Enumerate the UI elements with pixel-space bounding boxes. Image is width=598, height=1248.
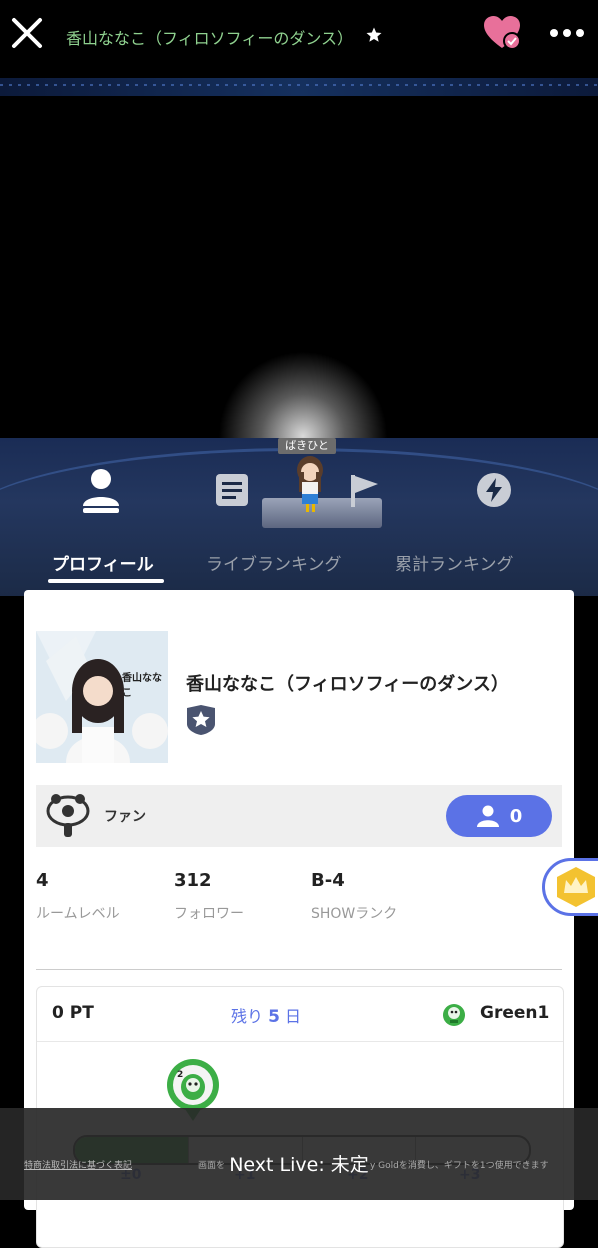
fan-label: ファン	[104, 809, 146, 825]
remaining-suffix: 日	[285, 1007, 302, 1026]
profile-name: 香山ななこ（フィロソフィーのダンス）	[186, 674, 509, 695]
shield-star-icon	[187, 705, 215, 735]
more-icon	[550, 29, 584, 37]
stat-show-rank: B-4 SHOWランク	[311, 870, 397, 923]
list-icon	[216, 474, 248, 506]
green-rank-icon	[443, 1004, 465, 1026]
avatar-name-tag: ばきひと	[278, 438, 336, 454]
remaining-prefix: 残り	[231, 1007, 264, 1026]
bolt-icon	[477, 473, 511, 507]
tab-icon-row	[0, 466, 598, 526]
stat-room-level: 4 ルームレベル	[36, 870, 120, 923]
remaining-days-number: 5	[268, 1007, 280, 1027]
person-icon	[83, 469, 119, 513]
stat-value: 4	[36, 870, 49, 891]
fan-row[interactable]: ファン 0	[36, 785, 562, 847]
room-title: 香山ななこ（フィロソフィーのダンス）	[66, 29, 354, 48]
event-tab-icon[interactable]	[470, 466, 518, 514]
tab-profile[interactable]: プロフィール	[52, 550, 154, 575]
stat-label: ルームレベル	[36, 906, 120, 922]
profile-photo-caption: 香山ななこ	[122, 673, 162, 699]
follow-heart-button[interactable]	[484, 16, 524, 52]
divider	[36, 969, 562, 970]
stage-top-strip	[0, 78, 598, 97]
stat-value: 312	[174, 870, 212, 891]
stat-label: フォロワー	[174, 906, 244, 922]
profile-photo[interactable]: 香山ななこ	[36, 631, 168, 763]
more-button[interactable]	[548, 22, 588, 44]
fan-mascot-icon	[46, 794, 90, 837]
point-value: 0 PT	[52, 1003, 94, 1023]
profile-tab-icon[interactable]	[77, 466, 125, 514]
close-icon	[12, 18, 42, 48]
stat-followers: 312 フォロワー	[174, 870, 244, 923]
star-icon[interactable]	[365, 26, 383, 44]
stat-value: B-4	[311, 870, 345, 891]
tab-live-ranking[interactable]: ライブランキング	[206, 550, 342, 575]
flag-icon	[351, 475, 378, 507]
heart-check-icon	[484, 16, 521, 50]
top-bar: 香山ななこ（フィロソフィーのダンス）	[0, 0, 598, 78]
svg-text:2: 2	[177, 1070, 183, 1080]
fan-count-button[interactable]: 0	[446, 795, 552, 837]
active-tab-indicator	[48, 579, 164, 583]
rank-name: Green1	[480, 1003, 550, 1023]
live-ranking-tab-icon[interactable]	[208, 466, 256, 514]
fan-count: 0	[509, 805, 523, 827]
ranking-crown-button[interactable]	[542, 858, 598, 916]
crown-icon	[557, 867, 595, 907]
remaining-days: 残り 5 日	[231, 1003, 301, 1027]
total-ranking-tab-icon[interactable]	[340, 466, 388, 514]
panel-separator	[37, 1041, 563, 1042]
close-button[interactable]	[10, 16, 44, 50]
next-live-label: Next Live: 未定	[229, 1154, 369, 1176]
stat-label: SHOWランク	[311, 906, 398, 922]
user-icon	[476, 805, 499, 827]
tab-total-ranking[interactable]: 累計ランキング	[395, 550, 514, 575]
